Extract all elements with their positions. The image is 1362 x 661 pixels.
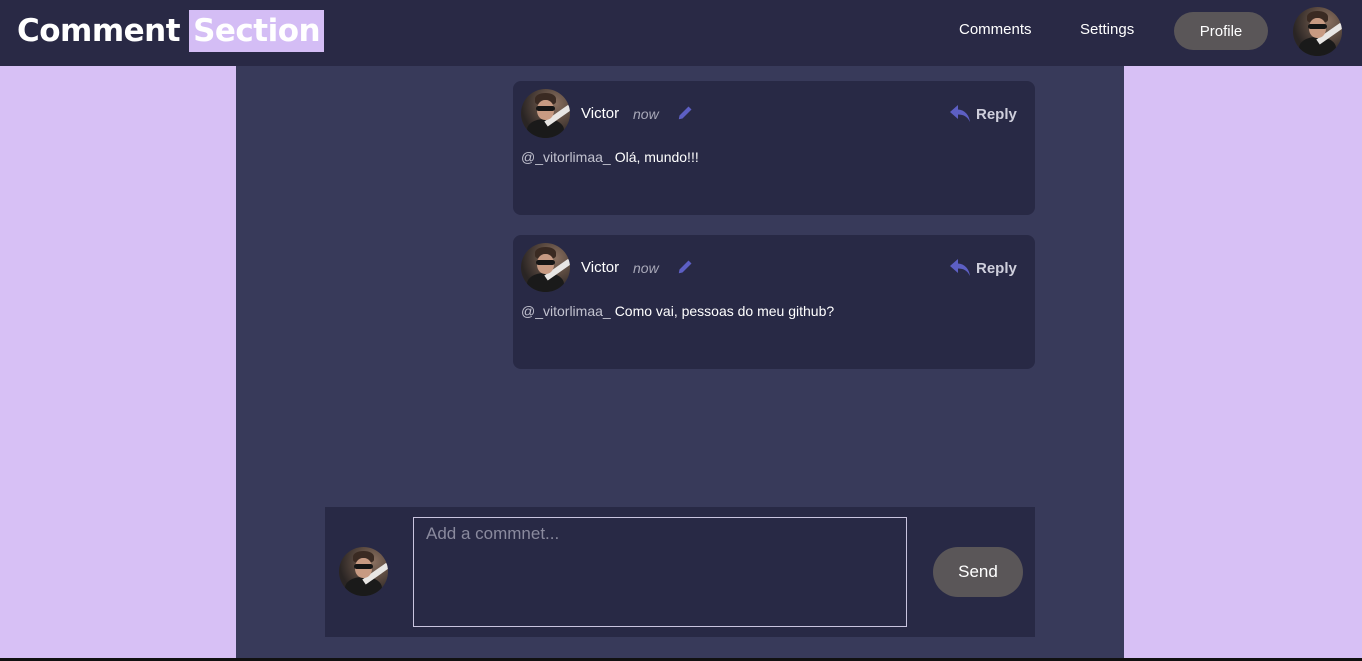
- profile-button[interactable]: Profile: [1174, 12, 1268, 50]
- comment-message: Olá, mundo!!!: [614, 149, 699, 165]
- pencil-icon[interactable]: [677, 105, 693, 121]
- comment-time: now: [633, 106, 659, 122]
- comment-author: Victor: [581, 259, 620, 276]
- comment-text: @_vitorlimaa_ Olá, mundo!!!: [521, 149, 699, 165]
- user-avatar[interactable]: [1293, 7, 1342, 56]
- comment-card: Victor now Reply @_vitorlimaa_ Olá, mundo…: [513, 81, 1035, 215]
- nav-settings-link[interactable]: Settings: [1080, 21, 1134, 38]
- nav-comments-link[interactable]: Comments: [959, 21, 1032, 38]
- comment-card: Victor now Reply @_vitorlimaa_ Como vai, …: [513, 235, 1035, 369]
- comment-composer: Send: [325, 507, 1035, 637]
- comment-message: Como vai, pessoas do meu github?: [614, 303, 835, 319]
- comment-avatar: [521, 243, 570, 292]
- comment-text: @_vitorlimaa_ Como vai, pessoas do meu gi…: [521, 303, 834, 319]
- comment-input[interactable]: [413, 517, 907, 627]
- comment-avatar: [521, 89, 570, 138]
- brand-logo: Comment Section: [17, 10, 325, 52]
- send-button[interactable]: Send: [933, 547, 1023, 597]
- comment-author: Victor: [581, 105, 620, 122]
- comment-time: now: [633, 260, 659, 276]
- composer-avatar: [339, 547, 388, 596]
- pencil-icon[interactable]: [677, 259, 693, 275]
- reply-arrow-icon: [950, 259, 970, 276]
- top-navbar: Comment Section Comments Settings Profil…: [0, 0, 1362, 66]
- reply-button[interactable]: Reply: [949, 103, 1017, 125]
- brand-title-part2: Section: [189, 10, 325, 52]
- comment-mention[interactable]: @_vitorlimaa_: [521, 149, 611, 165]
- reply-button[interactable]: Reply: [949, 257, 1017, 279]
- comments-main-panel: Victor now Reply @_vitorlimaa_ Olá, mundo…: [236, 66, 1124, 661]
- reply-label: Reply: [976, 259, 1017, 277]
- reply-arrow-icon: [950, 105, 970, 122]
- reply-label: Reply: [976, 105, 1017, 123]
- comment-mention[interactable]: @_vitorlimaa_: [521, 303, 611, 319]
- brand-title-part1: Comment: [17, 13, 181, 49]
